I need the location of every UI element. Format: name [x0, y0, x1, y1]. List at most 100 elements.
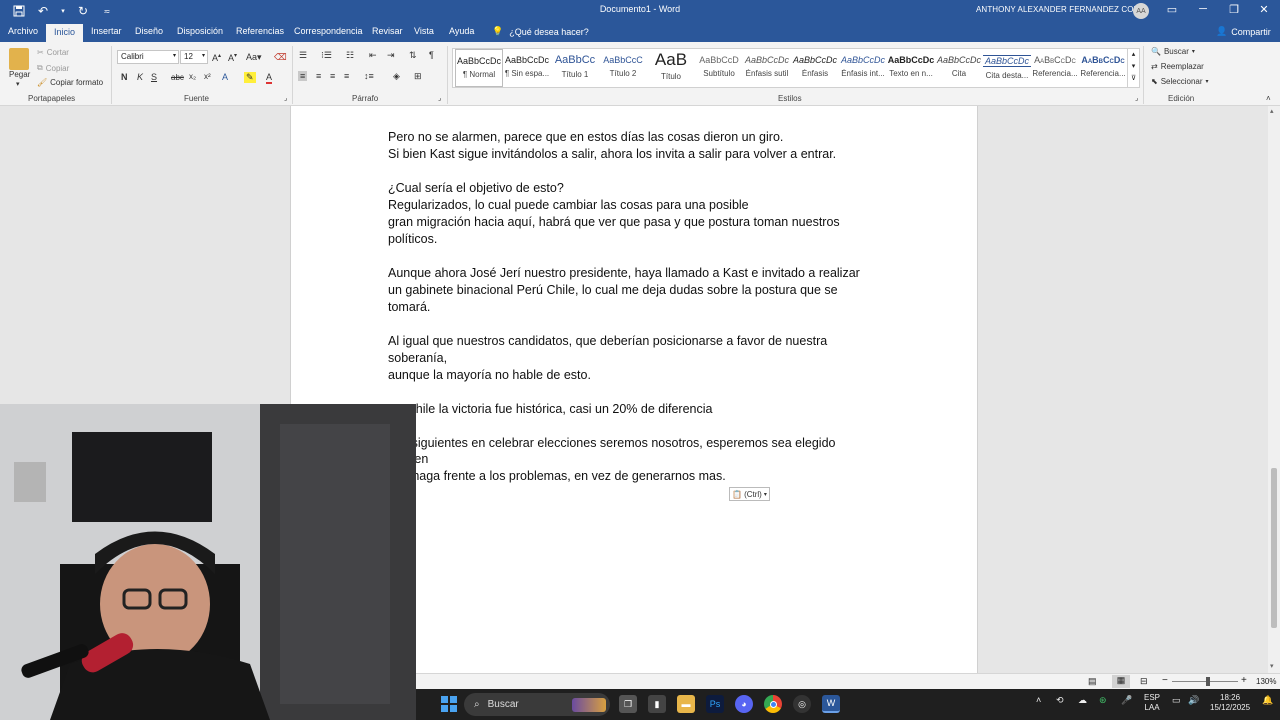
minimize-icon[interactable]: ─	[1193, 3, 1213, 15]
style-subtle-emphasis[interactable]: AaBbCcDc Énfasis sutil	[743, 49, 791, 87]
styles-scroll[interactable]: ▴ ▾ ⊽	[1127, 49, 1139, 87]
tab-insertar[interactable]: Insertar	[91, 26, 122, 36]
tray-app-icon[interactable]: ⟲	[1056, 695, 1064, 706]
shading-icon[interactable]: ◈	[393, 71, 400, 82]
close-icon[interactable]: ✕	[1254, 3, 1274, 16]
doc-line[interactable]: soberanía,	[388, 351, 447, 365]
superscript-icon[interactable]: x²	[204, 72, 211, 81]
file-explorer-icon[interactable]: ▬	[677, 695, 695, 713]
doc-line[interactable]: Aunque ahora José Jerí nuestro president…	[388, 266, 860, 280]
increase-indent-icon[interactable]: ⇥	[387, 50, 395, 61]
align-center-icon[interactable]: ≡	[316, 71, 321, 81]
save-icon[interactable]	[12, 4, 26, 18]
doc-line[interactable]: Si bien Kast sigue invitándolos a salir,…	[388, 147, 836, 161]
doc-line[interactable]: un gabinete binacional Perú Chile, lo cu…	[388, 283, 838, 297]
paste-dropdown-icon[interactable]: ▾	[16, 80, 20, 88]
font-dialog-launcher-icon[interactable]: ⌟	[284, 94, 287, 102]
doc-line[interactable]: que haga frente a los problemas, en vez …	[388, 469, 726, 483]
doc-line[interactable]: gran migración hacia aquí, habrá que ver…	[388, 215, 840, 229]
tab-inicio[interactable]: Inicio	[46, 24, 84, 42]
style-heading-1[interactable]: AaBbCc Título 1	[551, 49, 599, 87]
doc-line[interactable]: aunque la mayoría no hable de esto.	[388, 368, 591, 382]
redo-icon[interactable]: ↻	[76, 4, 90, 18]
tray-overflow-icon[interactable]: ˄	[1036, 695, 1041, 705]
style-title[interactable]: AaB Título	[647, 49, 695, 87]
word-icon[interactable]: W	[822, 695, 840, 713]
format-painter-button[interactable]: 🖌 Copiar formato	[37, 78, 103, 87]
borders-icon[interactable]: ⊞	[414, 71, 422, 82]
read-mode-icon[interactable]: ▤	[1088, 676, 1097, 687]
share-button[interactable]: 👤 Compartir	[1216, 26, 1271, 37]
pilcrow-icon[interactable]: ¶	[429, 50, 434, 60]
doc-line[interactable]: Pero no se alarmen, parece que en estos …	[388, 130, 783, 144]
align-right-icon[interactable]: ≡	[330, 71, 335, 81]
style-emphasis[interactable]: AaBbCcDc Énfasis	[791, 49, 839, 87]
text-effects-icon[interactable]: A	[222, 72, 228, 82]
scroll-down-icon[interactable]: ▾	[1270, 662, 1274, 670]
language-indicator[interactable]: ESP LAA	[1144, 693, 1160, 713]
clear-formatting-icon[interactable]: ⌫	[274, 52, 287, 63]
user-name[interactable]: ANTHONY ALEXANDER FERNANDEZ CORI	[976, 5, 1142, 14]
bold-icon[interactable]: N	[121, 72, 128, 82]
style-intense-emphasis[interactable]: AaBbCcDc Énfasis int...	[839, 49, 887, 87]
grow-font-icon[interactable]: A▴	[212, 52, 221, 63]
line-spacing-icon[interactable]: ↕≡	[364, 71, 374, 81]
windows-start-icon[interactable]	[440, 695, 458, 713]
style-strong[interactable]: AaBbCcDc Texto en n...	[887, 49, 935, 87]
zoom-slider-handle[interactable]	[1206, 677, 1210, 686]
zoom-level[interactable]: 130%	[1256, 677, 1276, 686]
strikethrough-icon[interactable]: abc	[171, 73, 184, 82]
undo-dropdown-icon[interactable]: ▾	[60, 4, 66, 18]
tab-correspondencia[interactable]: Correspondencia	[294, 26, 363, 36]
shrink-font-icon[interactable]: A▾	[228, 52, 237, 63]
task-view-icon[interactable]: ❐	[619, 695, 637, 713]
avatar[interactable]: AA	[1133, 3, 1149, 19]
copy-button[interactable]: ⧉ Copiar	[37, 63, 69, 73]
tab-diseno[interactable]: Diseño	[135, 26, 163, 36]
network-icon[interactable]: ▭	[1172, 695, 1181, 706]
tell-me-box[interactable]: 💡 ¿Qué desea hacer?	[492, 26, 589, 37]
discord-icon[interactable]: ◕	[735, 695, 753, 713]
doc-line[interactable]: Al igual que nuestros candidatos, que de…	[388, 334, 827, 348]
numbering-icon[interactable]: ⁝☰	[321, 50, 332, 61]
subscript-icon[interactable]: x₂	[189, 72, 196, 81]
photoshop-icon[interactable]: Ps	[706, 695, 724, 713]
change-case-button[interactable]: Aa▾	[246, 52, 262, 63]
doc-line[interactable]: ¿Cual sería el objetivo de esto?	[388, 181, 564, 195]
undo-icon[interactable]: ↶	[36, 4, 50, 18]
paragraph-dialog-launcher-icon[interactable]: ⌟	[438, 94, 441, 102]
xbox-icon[interactable]: ⊛	[1099, 695, 1107, 706]
tab-revisar[interactable]: Revisar	[372, 26, 403, 36]
tab-referencias[interactable]: Referencias	[236, 26, 284, 36]
bullets-icon[interactable]: ☰	[299, 50, 307, 61]
microphone-icon[interactable]: 🎤	[1121, 695, 1132, 706]
select-button[interactable]: ⬉ Seleccionar ▾	[1151, 77, 1209, 86]
print-layout-icon[interactable]: ▦	[1112, 675, 1130, 688]
doc-line[interactable]: En Chile la victoria fue histórica, casi…	[388, 402, 712, 416]
sort-icon[interactable]: ⇅	[409, 50, 417, 61]
decrease-indent-icon[interactable]: ⇤	[369, 50, 377, 61]
style-heading-2[interactable]: AaBbCcC Título 2	[599, 49, 647, 87]
multilevel-list-icon[interactable]: ☷	[346, 50, 354, 61]
replace-button[interactable]: ⇄ Reemplazar	[1151, 62, 1204, 71]
scrollbar-thumb[interactable]	[1271, 468, 1277, 628]
style-quote[interactable]: AaBbCcDc Cita	[935, 49, 983, 87]
highlight-icon[interactable]: ✎	[244, 72, 256, 83]
doc-line[interactable]: políticos.	[388, 232, 437, 246]
paste-icon[interactable]	[9, 48, 29, 70]
style-intense-reference[interactable]: AaBbCcDc Referencia...	[1079, 49, 1127, 87]
style-no-spacing[interactable]: AaBbCcDc ¶ Sin espa...	[503, 49, 551, 87]
style-subtle-reference[interactable]: AaBbCcDc Referencia...	[1031, 49, 1079, 87]
font-size-select[interactable]: 12 ▾	[180, 50, 208, 64]
scroll-up-icon[interactable]: ▴	[1270, 107, 1274, 115]
doc-line[interactable]: Regularizados, lo cual puede cambiar las…	[388, 198, 749, 212]
restore-icon[interactable]: ❐	[1224, 3, 1244, 16]
customize-quick-access-icon[interactable]: ≂	[100, 4, 114, 18]
notifications-icon[interactable]: 🔔	[1262, 695, 1273, 706]
zoom-slider[interactable]	[1172, 681, 1238, 682]
tab-vista[interactable]: Vista	[414, 26, 434, 36]
zoom-in-icon[interactable]: +	[1241, 675, 1247, 686]
styles-dialog-launcher-icon[interactable]: ⌟	[1135, 94, 1138, 102]
tab-ayuda[interactable]: Ayuda	[449, 26, 474, 36]
onedrive-icon[interactable]: ☁	[1078, 695, 1087, 706]
